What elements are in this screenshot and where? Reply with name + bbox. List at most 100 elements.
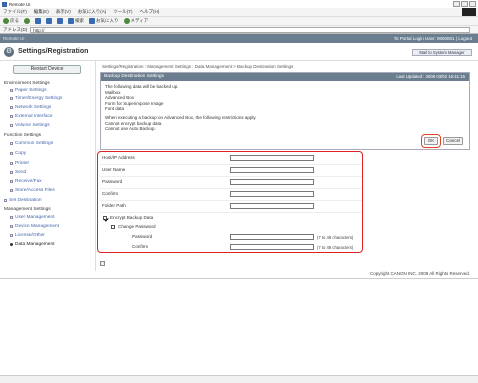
backup-settings-panel: Backup Destination Settings Last Updated… (100, 72, 470, 150)
bullet-icon (10, 216, 13, 219)
bullet-icon (4, 199, 7, 202)
divider (100, 188, 362, 189)
panel-header: Backup Destination Settings Last Updated… (101, 73, 469, 81)
bullet-icon (10, 97, 13, 100)
folder-path-input[interactable] (230, 203, 314, 209)
last-updated: Last Updated : 2008 03/02 16:41:15 (396, 74, 465, 79)
maximize-button[interactable] (461, 1, 468, 7)
host-input[interactable] (230, 155, 314, 161)
sidebar-item-store-access[interactable]: Store/Access Files (10, 188, 55, 193)
bullet-icon (10, 142, 13, 145)
favorites-button[interactable]: お気に入り (89, 18, 119, 24)
bullet-icon (10, 234, 13, 237)
sidebar-item-paper[interactable]: Paper Settings (10, 88, 46, 93)
sidebar-item-device-management[interactable]: Device Management (10, 224, 59, 229)
user-name-input[interactable] (230, 167, 314, 173)
confirm-label: Confirm (102, 191, 119, 196)
confirm-input[interactable] (230, 191, 314, 197)
sidebar-item-send[interactable]: Send (10, 170, 26, 175)
address-label: アドレス(D) (3, 26, 28, 32)
sidebar-item-volume[interactable]: Volume Settings (10, 123, 50, 128)
divider (100, 200, 362, 201)
cancel-button[interactable]: Cancel (443, 137, 463, 145)
refresh-button[interactable] (46, 18, 52, 24)
encrypt-confirm-input[interactable] (230, 244, 314, 250)
folder-path-label: Folder Path (102, 203, 126, 208)
sidebar-item-external[interactable]: External Interface (10, 114, 53, 119)
bullet-icon (10, 106, 13, 109)
menu-favorites[interactable]: お気に入り(A) (78, 9, 107, 15)
home-button[interactable] (57, 18, 63, 24)
sidebar-item-user-management[interactable]: User Management (10, 215, 54, 220)
divider (100, 176, 362, 177)
password-length-hint: (7 to 48 characters) (317, 235, 354, 240)
divider (100, 212, 362, 213)
panel-title: Backup Destination Settings (104, 74, 164, 79)
sidebar-item-data-management[interactable]: Data Management (10, 242, 54, 247)
sidebar-item-timer[interactable]: Timer/Energy Settings (10, 96, 62, 101)
encrypt-backup-checkbox[interactable] (103, 216, 107, 220)
copyright: Copyright CANON INC. 2008 All Rights Res… (369, 271, 470, 276)
sidebar-item-license[interactable]: License/Other (10, 233, 45, 238)
sidebar-item-receive-fax[interactable]: Receive/Fax (10, 179, 42, 184)
menu-bar: ファイル(F) 編集(E) 表示(V) お気に入り(A) ツール(T) ヘルプ(… (0, 8, 478, 16)
app-header: Remote UI To Portal Login User: 0000001 … (0, 34, 478, 43)
address-input[interactable]: http:// (30, 26, 471, 33)
back-button[interactable]: 戻る (3, 18, 19, 24)
bullet-icon (10, 89, 13, 92)
browser-toolbar: 戻る 検索 お気に入り メディア (0, 16, 478, 25)
stop-icon (35, 18, 41, 24)
brand-name: Remote UI (3, 36, 25, 41)
encrypt-confirm-label: Confirm (132, 244, 149, 249)
sidebar: Restart Device Environment Settings Pape… (0, 61, 96, 271)
change-password-label: Change Password (118, 224, 156, 229)
windows-logo (462, 8, 476, 16)
bullet-icon (10, 171, 13, 174)
menu-edit[interactable]: 編集(E) (34, 9, 49, 15)
menu-view[interactable]: 表示(V) (56, 9, 71, 15)
page-header: ⚙ Settings/Registration Mail to System M… (0, 43, 478, 61)
sidebar-item-common[interactable]: Common Settings (10, 141, 53, 146)
change-password-checkbox[interactable] (111, 225, 115, 229)
back-arrow-icon (3, 18, 9, 24)
bullet-icon (10, 162, 13, 165)
bullet-icon (10, 189, 13, 192)
encrypt-backup-label: Encrypt Backup Data (110, 215, 154, 220)
window-title: Remote UI (9, 1, 31, 7)
menu-help[interactable]: ヘルプ(H) (140, 9, 160, 15)
bullet-icon (10, 124, 13, 127)
menu-tools[interactable]: ツール(T) (113, 9, 132, 15)
sidebar-item-network[interactable]: Network Settings (10, 105, 51, 110)
expand-icon[interactable] (100, 261, 105, 266)
bullet-icon (10, 115, 13, 118)
sidebar-item-printer[interactable]: Printer (10, 161, 29, 166)
encrypt-password-input[interactable] (230, 234, 314, 240)
restart-device-button[interactable]: Restart Device (13, 65, 81, 74)
menu-file[interactable]: ファイル(F) (3, 9, 27, 15)
password-label: Password (102, 179, 123, 184)
refresh-icon (46, 18, 52, 24)
media-button[interactable]: メディア (123, 18, 148, 24)
stop-button[interactable] (35, 18, 41, 24)
divider (100, 164, 362, 165)
media-icon (123, 18, 130, 24)
gear-icon: ⚙ (4, 47, 14, 57)
address-bar: アドレス(D) http:// (0, 25, 478, 34)
sidebar-section-management: Management Settings (4, 207, 51, 212)
header-links[interactable]: To Portal Login User: 0000001 | Logout (394, 36, 472, 41)
password-input[interactable] (230, 179, 314, 185)
mail-system-manager-button[interactable]: Mail to System Manager (412, 49, 472, 56)
breadcrumb: Settings/Registration : Management Setti… (102, 64, 294, 69)
sidebar-item-set-destination[interactable]: Set Destination (4, 198, 42, 203)
sidebar-item-copy[interactable]: Copy (10, 151, 26, 156)
search-button[interactable]: 検索 (68, 18, 84, 24)
bullet-icon (10, 180, 13, 183)
minimize-button[interactable] (453, 1, 460, 7)
footer-divider (0, 278, 478, 279)
bullet-icon (10, 225, 13, 228)
ok-button[interactable]: OK (421, 134, 441, 148)
panel-description: The following data will be backed up. Ma… (101, 81, 469, 135)
close-button[interactable] (469, 1, 476, 7)
app-icon (2, 1, 7, 7)
forward-button[interactable] (24, 18, 30, 24)
